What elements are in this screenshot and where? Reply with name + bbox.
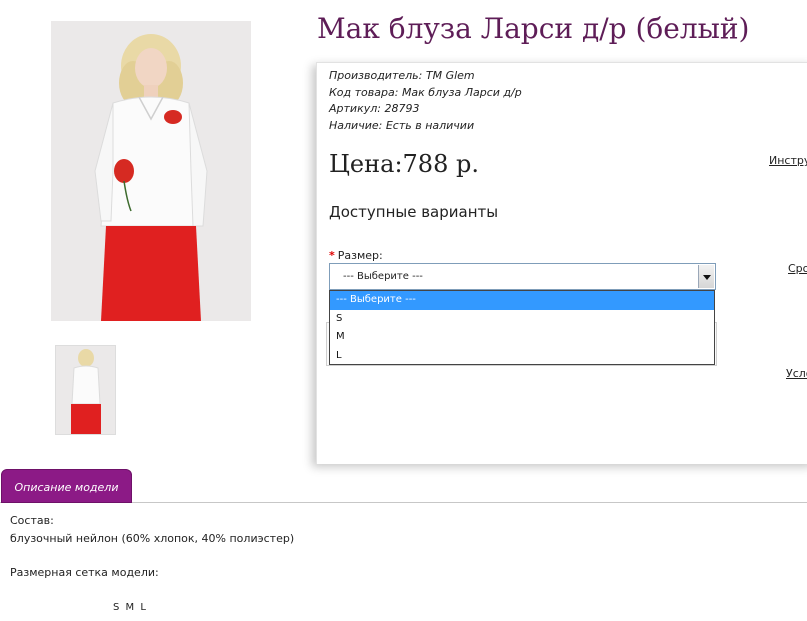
side-link-terms[interactable]: Сро — [788, 262, 807, 275]
article-row: Артикул: 28793 — [329, 101, 522, 118]
product-code-row: Код товара: Мак блуза Ларси д/р — [329, 85, 522, 102]
product-title: Мак блуза Ларси д/р (белый) — [317, 12, 750, 45]
side-link-instructions[interactable]: Инстру — [769, 154, 807, 167]
manufacturer-value[interactable]: ТМ Glem — [426, 69, 475, 82]
availability-value: Есть в наличии — [385, 118, 475, 132]
size-option-m[interactable]: M — [330, 328, 714, 347]
side-link-conditions[interactable]: Усло — [786, 367, 807, 380]
required-mark: * — [329, 249, 335, 262]
manufacturer-row: Производитель: ТМ Glem — [329, 68, 522, 85]
chevron-down-icon[interactable] — [698, 265, 714, 288]
size-option-placeholder[interactable]: --- Выберите --- — [330, 291, 714, 310]
composition-label: Состав: — [10, 514, 54, 527]
article-value: 28793 — [384, 102, 420, 115]
size-label-text: Размер: — [337, 249, 383, 262]
size-option-s[interactable]: S — [330, 310, 714, 329]
model-photo-illustration — [51, 21, 251, 321]
tab-description[interactable]: Описание модели — [1, 469, 132, 503]
product-code-value: Мак блуза Ларси д/р — [401, 85, 522, 99]
size-option-l[interactable]: L — [330, 347, 714, 366]
size-grid-label: Размерная сетка модели: — [10, 566, 159, 579]
size-dropdown-list[interactable]: --- Выберите --- S M L — [329, 290, 715, 365]
product-thumbnail[interactable] — [55, 345, 116, 435]
product-code-label: Код товара: — [329, 85, 399, 99]
article-label: Артикул: — [329, 102, 381, 115]
available-options-heading: Доступные варианты — [329, 203, 499, 221]
product-meta: Производитель: ТМ Glem Код товара: Мак б… — [329, 68, 522, 134]
product-price: Цена:788 р. — [329, 150, 479, 178]
manufacturer-label: Производитель: — [329, 69, 423, 82]
product-main-image[interactable] — [51, 21, 251, 321]
availability-label: Наличие: — [329, 118, 383, 132]
availability-row: Наличие: Есть в наличии — [329, 118, 522, 135]
size-grid-sizes: S M L — [113, 602, 146, 613]
size-select[interactable]: --- Выберите --- — [329, 263, 716, 290]
thumbnail-illustration — [56, 346, 115, 434]
size-label: * Размер: — [329, 249, 383, 262]
composition-value: блузочный нейлон (60% хлопок, 40% полиэс… — [10, 532, 295, 545]
size-select-value: --- Выберите --- — [343, 271, 423, 282]
